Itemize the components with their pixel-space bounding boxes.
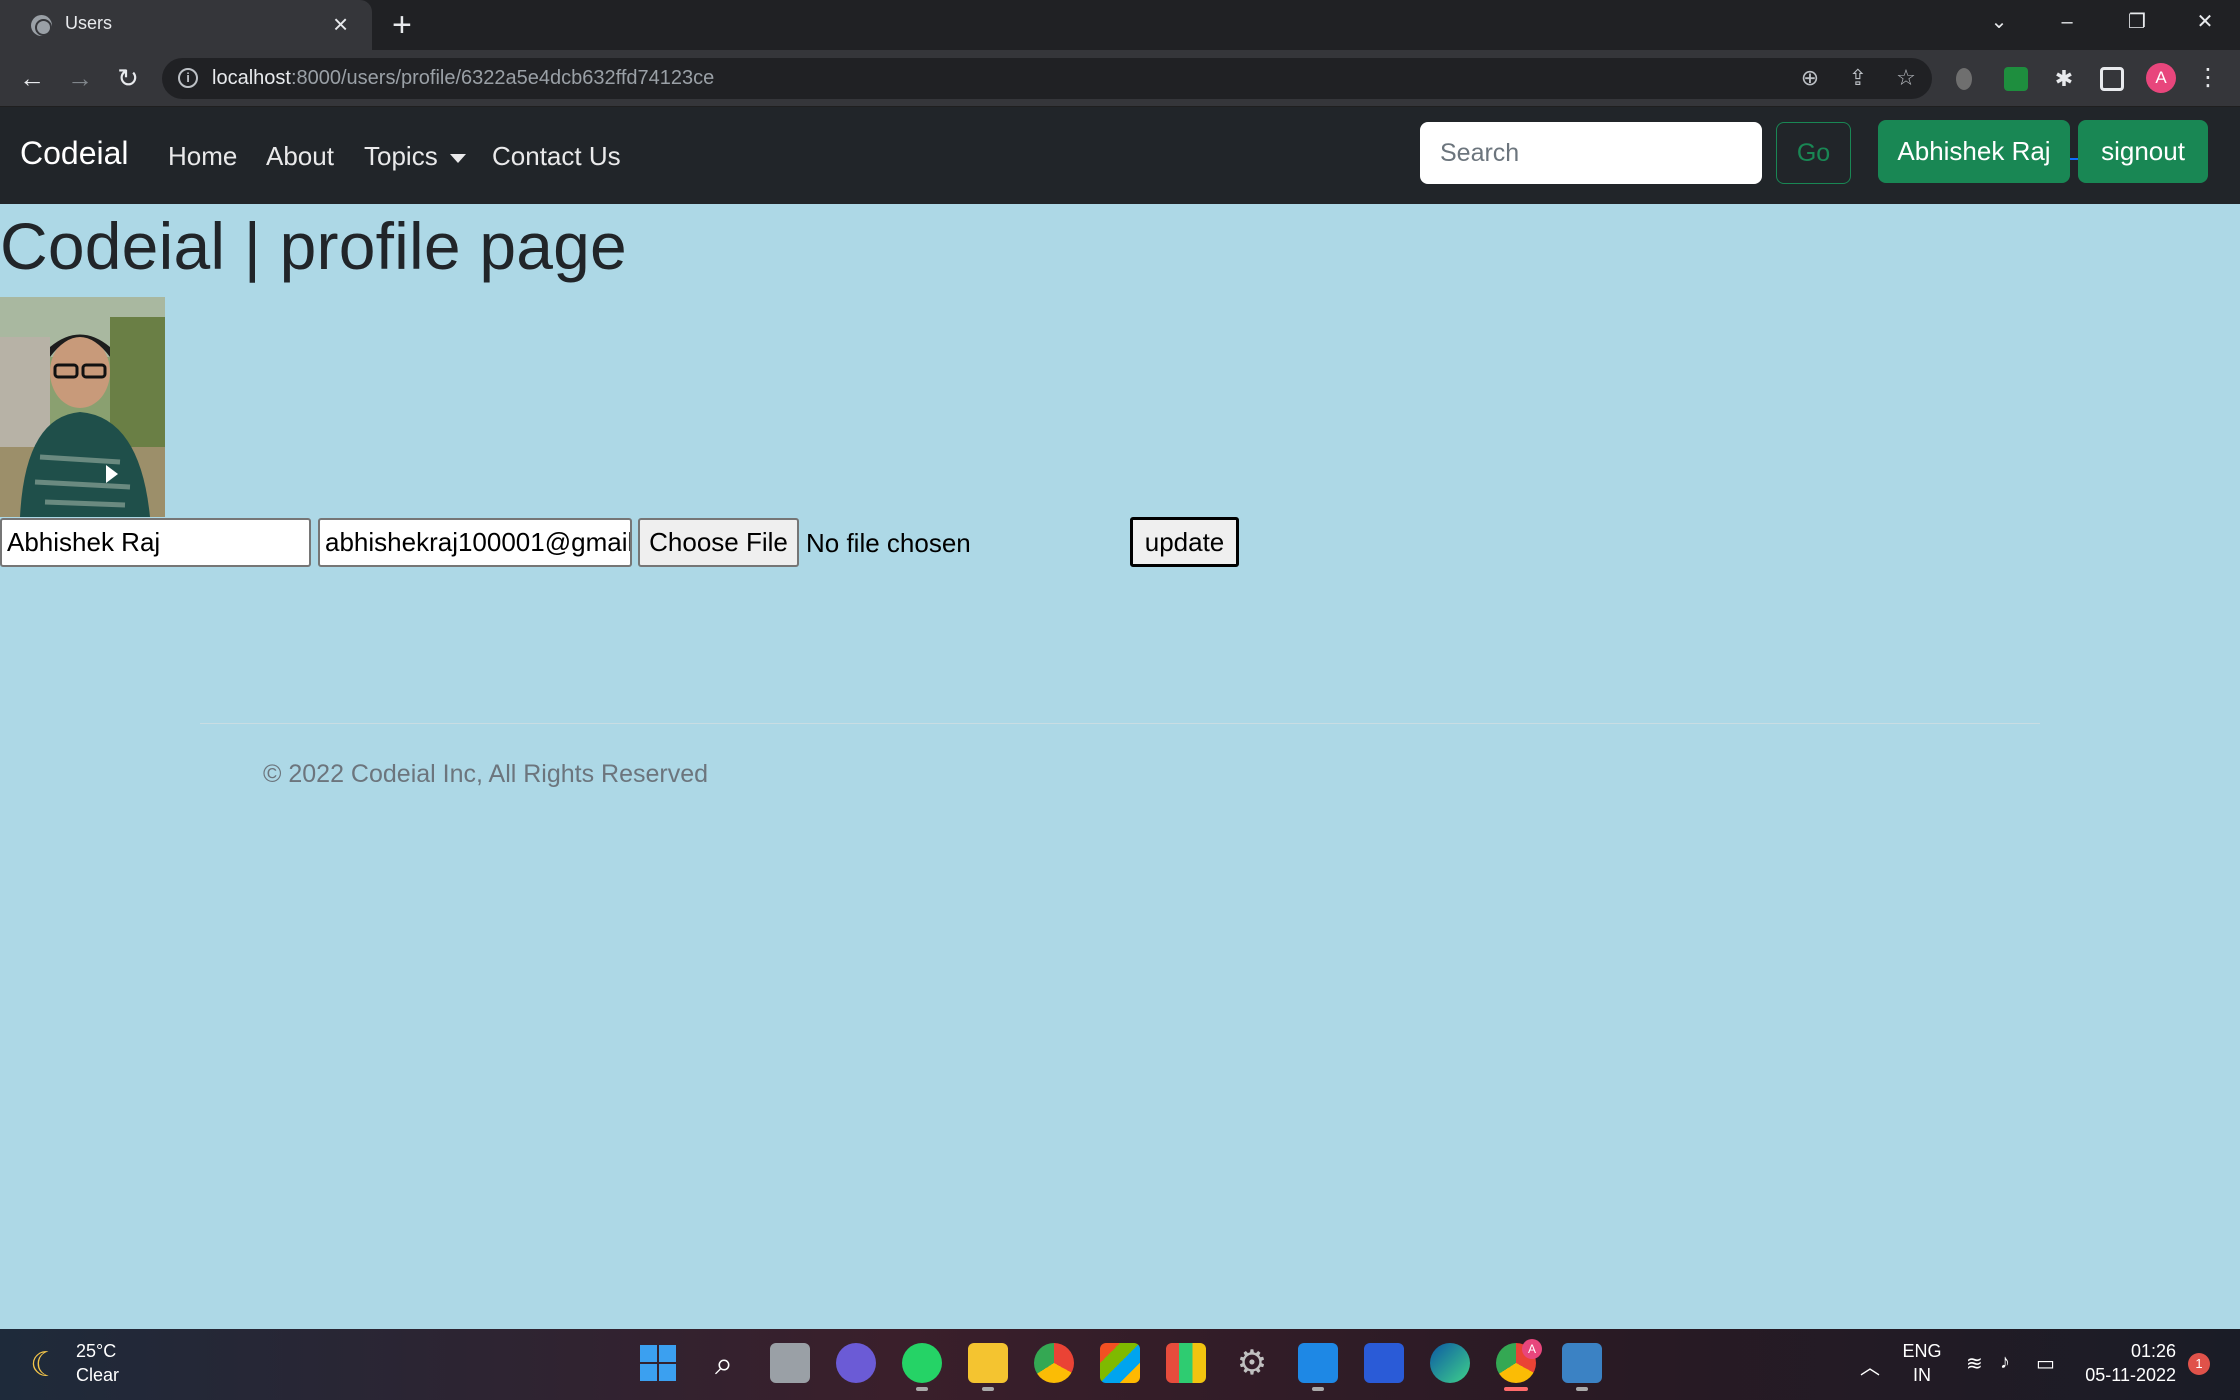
reload-icon[interactable]: ↻ (110, 60, 146, 96)
vscode-running-indicator (1312, 1387, 1324, 1391)
file-status-text: No file chosen (806, 528, 971, 558)
zoom-icon[interactable]: ⊕ (1796, 65, 1824, 91)
photos-icon[interactable] (1562, 1343, 1602, 1383)
new-tab-icon[interactable]: + (392, 6, 412, 44)
choose-file-button[interactable]: Choose File (638, 518, 799, 567)
windows-start-icon[interactable] (638, 1343, 678, 1383)
vscode-icon[interactable] (1298, 1343, 1338, 1383)
search-input[interactable] (1420, 122, 1762, 184)
link-underline (2070, 158, 2078, 160)
back-arrow-icon[interactable]: ← (14, 60, 50, 96)
tab-search-icon[interactable]: ⌄ (1966, 0, 2032, 44)
nav-link-about[interactable]: About (266, 141, 334, 172)
bookmark-star-icon[interactable]: ☆ (1892, 65, 1920, 91)
browser-tab-strip: Users × + ⌄ – ❐ ✕ (0, 0, 2240, 50)
site-info-icon[interactable]: i (178, 68, 198, 88)
signout-button[interactable]: signout (2078, 120, 2208, 183)
teams-chat-icon[interactable] (836, 1343, 876, 1383)
search-go-button[interactable]: Go (1776, 122, 1851, 184)
whatsapp-icon[interactable] (902, 1343, 942, 1383)
chevron-up-icon[interactable]: ︿ (1860, 1351, 1880, 1380)
windows-taskbar: ☾ 25°C Clear ⌕ ⚙ A ︿ ENG IN ≋ ♪ ▭ 01:26 … (0, 1329, 2240, 1400)
globe-icon (31, 15, 52, 36)
notification-badge[interactable]: 1 (2188, 1353, 2210, 1375)
moon-weather-icon[interactable]: ☾ (30, 1345, 60, 1385)
file-explorer-icon[interactable] (968, 1343, 1008, 1383)
update-button[interactable]: update (1130, 517, 1239, 567)
app-grid-icon[interactable] (1166, 1343, 1206, 1383)
whatsapp-running-indicator (916, 1387, 928, 1391)
puzzle-extensions-icon[interactable]: ✱ (2052, 67, 2076, 91)
settings-gear-icon[interactable]: ⚙ (1232, 1343, 1272, 1383)
profile-photo (0, 297, 165, 517)
restore-icon[interactable]: ❐ (2104, 0, 2170, 44)
browser-toolbar: ← → ↻ i localhost:8000/users/profile/632… (0, 50, 2240, 107)
forward-arrow-icon[interactable]: → (62, 60, 98, 96)
minimize-icon[interactable]: – (2034, 0, 2100, 44)
tab-title: Users (65, 13, 113, 33)
address-bar[interactable]: i localhost:8000/users/profile/6322a5e4d… (162, 58, 1932, 99)
language-bottom[interactable]: IN (1900, 1365, 1944, 1386)
battery-icon[interactable]: ▭ (2036, 1351, 2055, 1376)
photos-running-indicator (1576, 1387, 1588, 1391)
nav-link-contact[interactable]: Contact Us (492, 141, 621, 172)
language-top[interactable]: ENG (1900, 1341, 1944, 1362)
email-field[interactable] (318, 518, 632, 567)
browser-tab-active[interactable]: Users × (0, 0, 372, 50)
explorer-running-indicator (982, 1387, 994, 1391)
name-field[interactable] (0, 518, 311, 567)
footer-copyright: © 2022 Codeial Inc, All Rights Reserved (263, 760, 709, 788)
clock-time[interactable]: 01:26 (2080, 1341, 2176, 1362)
menu-kebab-icon[interactable]: ⋮ (2196, 66, 2220, 91)
chrome-icon[interactable] (1034, 1343, 1074, 1383)
url-text[interactable]: localhost:8000/users/profile/6322a5e4dcb… (212, 67, 714, 90)
side-panel-icon[interactable] (2100, 67, 2124, 91)
site-navbar: Codeial Home About Topics Contact Us Go … (0, 107, 2240, 204)
extension-icon[interactable] (1956, 68, 1972, 90)
clock-date[interactable]: 05-11-2022 (2080, 1365, 2176, 1386)
wifi-icon[interactable]: ≋ (1966, 1351, 1983, 1376)
quillbot-extension-icon[interactable] (2004, 67, 2028, 91)
brand-logo[interactable]: Codeial (20, 135, 129, 172)
weather-temperature[interactable]: 25°C (76, 1341, 116, 1362)
search-icon[interactable]: ⌕ (704, 1343, 744, 1383)
caret-down-icon (449, 153, 466, 163)
page-title: Codeial | profile page (0, 209, 627, 283)
user-profile-button[interactable]: Abhishek Raj (1878, 120, 2070, 183)
share-icon[interactable]: ⇪ (1844, 65, 1872, 91)
profile-photo-image (0, 297, 165, 517)
weather-condition[interactable]: Clear (76, 1365, 119, 1386)
volume-icon[interactable]: ♪ (2000, 1351, 2010, 1374)
profile-avatar[interactable]: A (2146, 63, 2176, 93)
nav-dropdown-topics[interactable]: Topics (364, 141, 466, 172)
window-close-icon[interactable]: ✕ (2172, 0, 2238, 44)
nav-link-home[interactable]: Home (168, 141, 237, 172)
microsoft-store-icon[interactable] (1100, 1343, 1140, 1383)
task-view-icon[interactable] (770, 1343, 810, 1383)
footer-divider (200, 723, 2040, 724)
edge-icon[interactable] (1430, 1343, 1470, 1383)
powershell-icon[interactable] (1364, 1343, 1404, 1383)
topics-label: Topics (364, 141, 438, 171)
chrome-active-indicator (1504, 1387, 1528, 1391)
tab-close-icon[interactable]: × (333, 9, 348, 39)
chrome-profile-badge: A (1522, 1339, 1542, 1359)
